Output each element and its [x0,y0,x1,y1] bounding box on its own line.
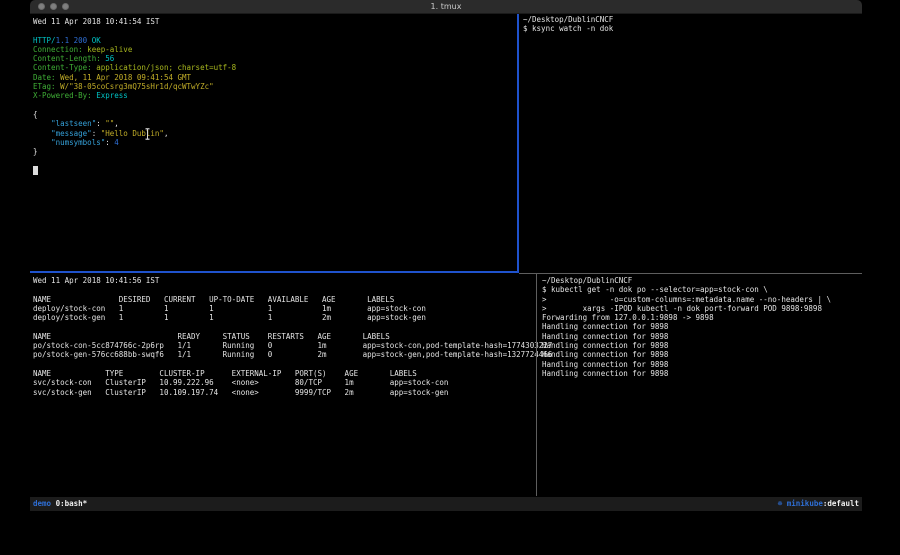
terminal-line: $ kubectl get -n dok po --selector=app=s… [542,285,860,294]
terminal-line: Handling connection for 9898 [542,360,860,369]
terminal-line [33,101,515,110]
terminal-line: Content-Type: application/json; charset=… [33,63,515,72]
terminal-line: Content-Length: 56 [33,54,515,63]
terminal-line: svc/stock-gen ClusterIP 10.109.197.74 <n… [33,388,533,397]
terminal-line: "lastseen": "", [33,119,515,128]
terminal-window: 1. tmux Wed 11 Apr 2018 10:41:54 IST HTT… [30,0,862,511]
mouse-text-cursor [144,125,151,137]
session-name: demo [33,499,56,508]
kube-context: minikube [787,499,823,508]
terminal-line: ETag: W/"38-05coCsrg3mQ75sHr1d/qcWTwYZc" [33,82,515,91]
terminal-line [33,360,533,369]
terminal-line: po/stock-gen-576cc688bb-swqf6 1/1 Runnin… [33,350,533,359]
terminal-line: Wed 11 Apr 2018 10:41:56 IST [33,276,533,285]
terminal-line: > -o=custom-columns=:metadata.name --no-… [542,295,860,304]
pane-kubectl-get[interactable]: Wed 11 Apr 2018 10:41:56 IST NAME DESIRE… [33,276,533,397]
status-left: demo 0:bash* [33,497,87,511]
close-button[interactable] [38,3,45,10]
pane-ksync[interactable]: ~/Desktop/DublinCNCF$ ksync watch -n dok [523,15,859,34]
terminal-line: { [33,110,515,119]
minimize-button[interactable] [50,3,57,10]
pane-port-forward[interactable]: ~/Desktop/DublinCNCF$ kubectl get -n dok… [542,276,860,378]
terminal-line: ~/Desktop/DublinCNCF [523,15,859,24]
traffic-lights [38,3,69,10]
terminal-line: Handling connection for 9898 [542,350,860,359]
terminal-line: "message": "Hello Dublin", [33,129,515,138]
terminal-line: Wed 11 Apr 2018 10:41:54 IST [33,17,515,26]
window-titlebar[interactable]: 1. tmux [30,0,862,14]
terminal-line: ~/Desktop/DublinCNCF [542,276,860,285]
window-title: 1. tmux [30,0,862,13]
terminal-line: HTTP/1.1 200 OK [33,36,515,45]
status-right: ☸ minikube:default [778,497,859,511]
terminal-line: > xargs -IPOD kubectl -n dok port-forwar… [542,304,860,313]
terminal-line: Connection: keep-alive [33,45,515,54]
terminal-line: Forwarding from 127.0.0.1:9898 -> 9898 [542,313,860,322]
pane-divider-vertical-top[interactable] [517,14,519,273]
tmux-status-bar: demo 0:bash* ☸ minikube:default [30,497,862,511]
desktop: { "window": { "title": "1. tmux" }, "sta… [0,0,900,555]
kube-namespace: :default [823,499,859,508]
terminal-line: deploy/stock-gen 1 1 1 1 2m app=stock-ge… [33,313,533,322]
terminal-line: Handling connection for 9898 [542,322,860,331]
terminal-line: "numsymbols": 4 [33,138,515,147]
terminal-line: Handling connection for 9898 [542,332,860,341]
pane-divider-vertical-bottom[interactable] [536,273,537,496]
terminal-line: } [33,147,515,156]
terminal-line [33,156,515,165]
terminal-line [33,322,533,331]
zoom-button[interactable] [62,3,69,10]
terminal-line: NAME TYPE CLUSTER-IP EXTERNAL-IP PORT(S)… [33,369,533,378]
terminal-line [33,26,515,35]
terminal-line: $ ksync watch -n dok [523,24,859,33]
terminal-line: NAME READY STATUS RESTARTS AGE LABELS [33,332,533,341]
terminal-line: Handling connection for 9898 [542,341,860,350]
terminal-line [33,285,533,294]
terminal-line: Date: Wed, 11 Apr 2018 09:41:54 GMT [33,73,515,82]
pane-http-response[interactable]: Wed 11 Apr 2018 10:41:54 IST HTTP/1.1 20… [33,17,515,175]
terminal-line: svc/stock-con ClusterIP 10.99.222.96 <no… [33,378,533,387]
terminal-line [33,166,515,175]
terminal-line: deploy/stock-con 1 1 1 1 1m app=stock-co… [33,304,533,313]
terminal-line: X-Powered-By: Express [33,91,515,100]
window-tab-bash[interactable]: 0:bash* [56,499,88,508]
pane-divider-horizontal-right[interactable] [519,273,862,274]
terminal-line: po/stock-con-5cc874766c-2p6rp 1/1 Runnin… [33,341,533,350]
terminal-line: NAME DESIRED CURRENT UP-TO-DATE AVAILABL… [33,295,533,304]
terminal-line: Handling connection for 9898 [542,369,860,378]
pane-divider-horizontal-left[interactable] [30,271,519,273]
tmux-session: Wed 11 Apr 2018 10:41:54 IST HTTP/1.1 20… [30,14,862,497]
